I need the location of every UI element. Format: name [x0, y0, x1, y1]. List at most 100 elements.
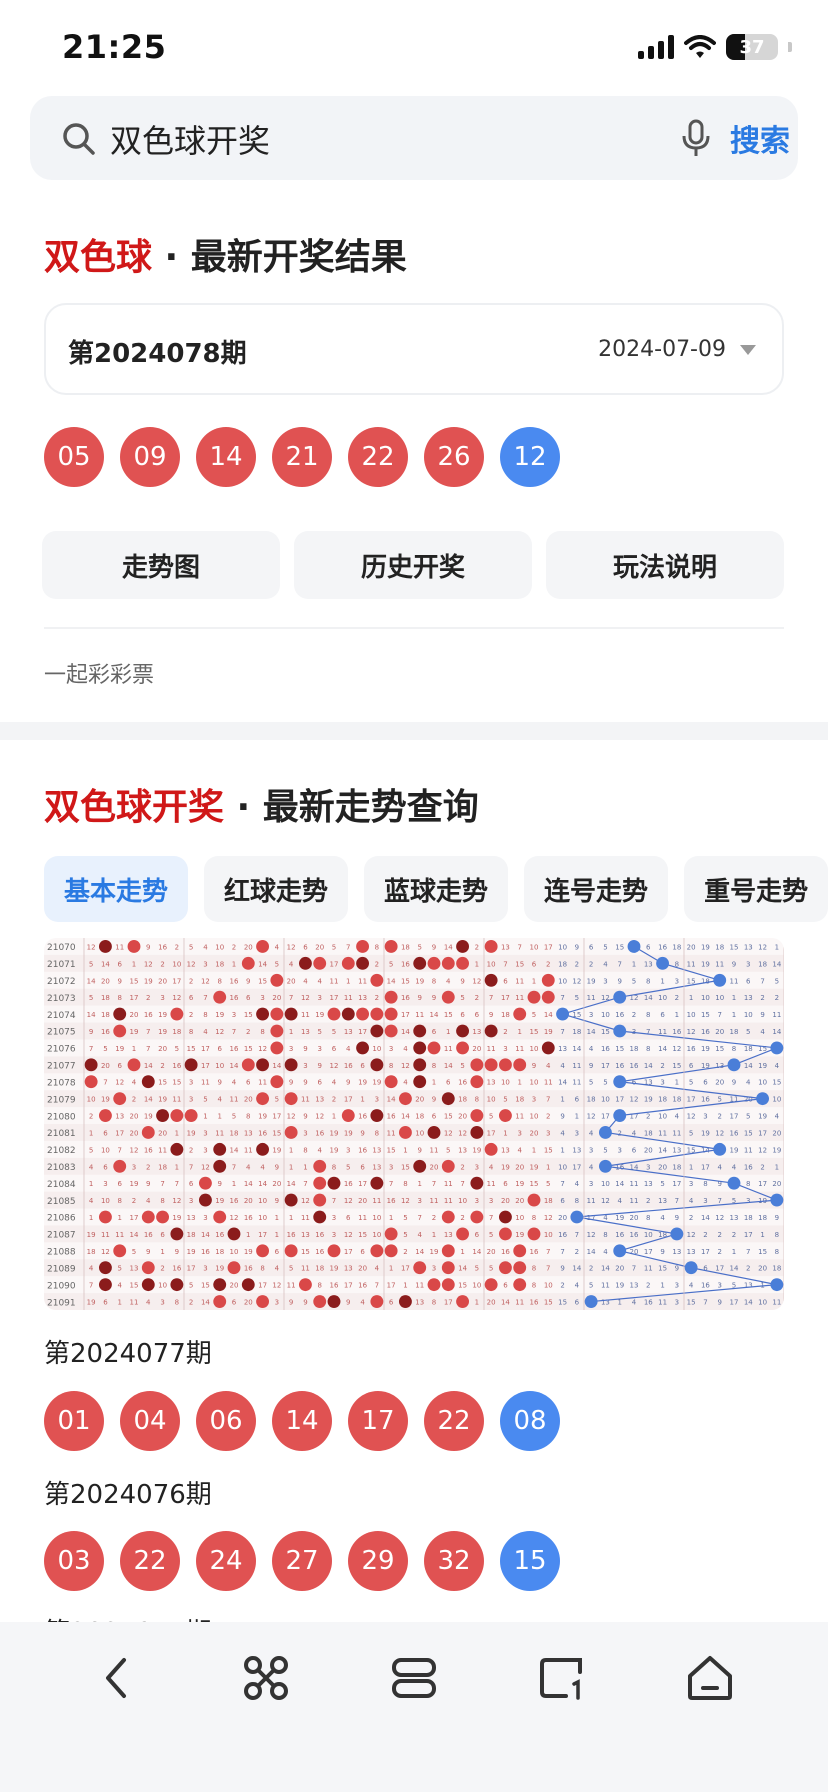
svg-text:20: 20: [758, 1265, 767, 1273]
command-icon[interactable]: [240, 1652, 292, 1704]
svg-text:12: 12: [672, 1045, 681, 1053]
svg-text:9: 9: [346, 1079, 350, 1087]
svg-text:3: 3: [617, 1146, 621, 1154]
svg-text:6: 6: [475, 1011, 480, 1019]
svg-text:7: 7: [289, 994, 293, 1002]
svg-text:12: 12: [601, 1197, 610, 1205]
svg-text:1: 1: [275, 1231, 279, 1239]
period-selector[interactable]: 第2024078期 2024-07-09: [44, 303, 784, 395]
svg-text:20: 20: [244, 943, 253, 951]
svg-text:20: 20: [358, 1265, 367, 1273]
svg-text:11: 11: [415, 1282, 424, 1290]
tab-blue-trend[interactable]: 蓝球走势: [364, 856, 509, 922]
trend-row-label: 21085: [47, 1197, 76, 1207]
svg-text:14: 14: [230, 1062, 239, 1070]
svg-text:1: 1: [675, 1079, 679, 1087]
trend-red-mark: [413, 1024, 427, 1038]
svg-text:10: 10: [501, 1079, 510, 1087]
search-input[interactable]: 双色球开奖: [110, 116, 270, 162]
tab-basic-trend[interactable]: 基本走势: [44, 856, 189, 922]
svg-text:19: 19: [115, 1045, 124, 1053]
svg-text:5: 5: [489, 1265, 493, 1273]
trend-red-mark: [370, 1176, 384, 1190]
svg-text:7: 7: [103, 1079, 107, 1087]
svg-text:16: 16: [458, 1079, 467, 1087]
microphone-icon[interactable]: [678, 118, 714, 158]
window-count-icon[interactable]: [536, 1652, 588, 1704]
svg-text:20: 20: [158, 1129, 167, 1137]
trend-red-mark: [199, 1193, 212, 1207]
svg-text:3: 3: [203, 1265, 207, 1273]
svg-text:3: 3: [289, 1045, 293, 1053]
svg-text:7: 7: [517, 943, 521, 951]
svg-text:17: 17: [444, 1299, 453, 1307]
back-icon[interactable]: [92, 1652, 144, 1704]
svg-text:17: 17: [715, 1265, 724, 1273]
trend-red-mark: [141, 1126, 155, 1139]
svg-text:16: 16: [530, 1299, 539, 1307]
svg-text:18: 18: [744, 1045, 753, 1053]
trend-red-mark: [384, 940, 398, 953]
svg-text:5: 5: [603, 943, 607, 951]
svg-text:11: 11: [330, 977, 339, 985]
rules-button[interactable]: 玩法说明: [546, 531, 784, 599]
svg-text:12: 12: [87, 943, 96, 951]
trend-blue-mark: [556, 1007, 569, 1021]
svg-text:4: 4: [589, 1045, 594, 1053]
svg-text:4: 4: [232, 1079, 237, 1087]
latest-result-title: 双色球 · 最新开奖结果: [44, 228, 407, 280]
tab-repeat-trend[interactable]: 重号走势: [684, 856, 828, 922]
svg-text:5: 5: [103, 1045, 107, 1053]
svg-text:11: 11: [415, 1011, 424, 1019]
svg-text:16: 16: [601, 1045, 610, 1053]
svg-text:16: 16: [101, 1028, 110, 1036]
svg-text:9: 9: [175, 1248, 179, 1256]
source-label[interactable]: 一起彩彩票: [44, 657, 154, 689]
trend-blue-mark: [584, 1295, 598, 1308]
svg-text:8: 8: [532, 1214, 536, 1222]
svg-text:11: 11: [115, 943, 124, 951]
svg-text:1: 1: [517, 1079, 521, 1087]
history-period-title: 第2024077期: [44, 1339, 212, 1369]
svg-text:16: 16: [315, 1231, 324, 1239]
search-button[interactable]: 搜索: [730, 116, 790, 160]
svg-text:16: 16: [215, 1231, 224, 1239]
trend-row-label: 21088: [47, 1248, 76, 1258]
svg-text:16: 16: [358, 1282, 367, 1290]
svg-text:16: 16: [701, 1028, 710, 1036]
home-icon[interactable]: [684, 1652, 736, 1704]
trend-row-label: 21072: [47, 977, 76, 987]
search-bar[interactable]: 双色球开奖 搜索: [30, 96, 798, 180]
tab-consecutive-trend[interactable]: 连号走势: [524, 856, 669, 922]
svg-text:3: 3: [189, 1079, 193, 1087]
svg-text:14: 14: [601, 1265, 610, 1273]
svg-text:5: 5: [575, 994, 579, 1002]
trend-red-mark: [413, 1075, 427, 1089]
svg-text:10: 10: [172, 960, 181, 968]
svg-text:9: 9: [775, 1214, 779, 1222]
svg-text:18: 18: [172, 1028, 181, 1036]
tabs-icon[interactable]: [388, 1652, 440, 1704]
history-draw-balls: 01 04 06 14 17 22 08: [44, 1391, 560, 1451]
svg-text:5: 5: [332, 1028, 336, 1036]
svg-text:6: 6: [103, 1299, 108, 1307]
trend-red-mark: [456, 1295, 470, 1308]
svg-text:17: 17: [701, 1163, 710, 1171]
trend-red-mark: [170, 1007, 184, 1021]
trend-chart-button[interactable]: 走势图: [42, 531, 280, 599]
trend-chart-image[interactable]: 21070 12 11 9 16 2 5 4 10 2 20 4 12 6 20 5 7 8 18 5 9 14 2 13 7 1…: [44, 938, 784, 1310]
svg-text:15: 15: [258, 977, 267, 985]
svg-text:5: 5: [203, 1096, 207, 1104]
svg-text:9: 9: [117, 977, 121, 985]
tab-red-trend[interactable]: 红球走势: [204, 856, 349, 922]
svg-text:13: 13: [730, 1214, 739, 1222]
trend-blue-mark: [713, 1142, 727, 1156]
svg-text:5: 5: [403, 1231, 407, 1239]
svg-text:1: 1: [732, 1011, 736, 1019]
svg-text:1: 1: [289, 1214, 293, 1222]
svg-text:1: 1: [532, 977, 536, 985]
svg-text:2: 2: [589, 960, 593, 968]
svg-text:17: 17: [758, 1180, 767, 1188]
svg-text:6: 6: [189, 1180, 194, 1188]
history-draws-button[interactable]: 历史开奖: [294, 531, 532, 599]
